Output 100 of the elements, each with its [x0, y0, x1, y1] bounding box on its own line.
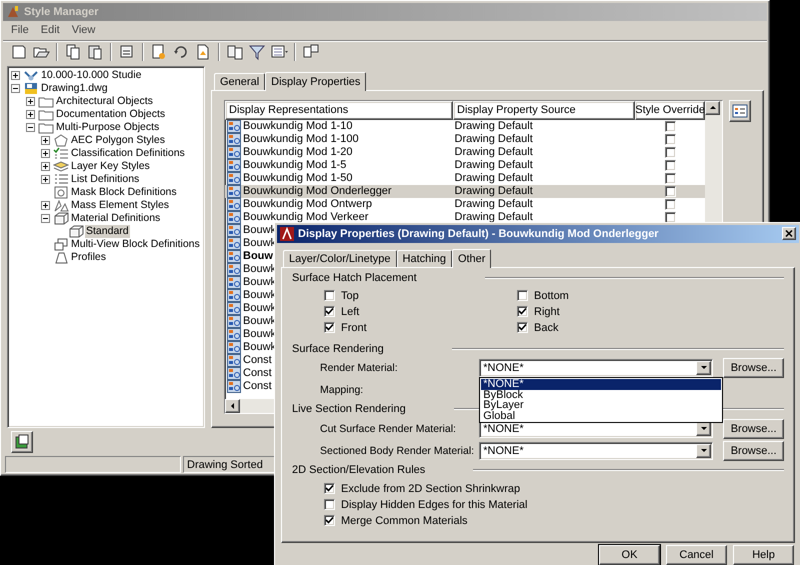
- checkbox-label[interactable]: Front: [341, 322, 367, 334]
- display-representation-icon: [227, 198, 241, 211]
- menu-item[interactable]: View: [66, 24, 102, 36]
- checkbox-label[interactable]: Top: [341, 290, 359, 302]
- display-representation-icon: [227, 250, 241, 263]
- display-representation-icon: [227, 120, 241, 133]
- browse-button[interactable]: Browse...: [723, 358, 784, 378]
- tab[interactable]: Other: [452, 248, 492, 268]
- collapse-toggle[interactable]: [26, 122, 35, 132]
- field-label: Mapping:: [320, 384, 364, 396]
- table-cell: Bouwk: [243, 289, 276, 302]
- table-cell: Bouwkundig Mod 1-20: [243, 146, 352, 158]
- plus-icon: [27, 98, 34, 105]
- table-cell-text: Drawing Default: [454, 185, 534, 198]
- tree-item[interactable]: Mask Block Definitions: [70, 186, 178, 199]
- table-cell: Bouwkundig Mod 1-5: [243, 159, 346, 172]
- tab[interactable]: General: [214, 72, 266, 90]
- checkbox[interactable]: [664, 186, 676, 197]
- checkbox[interactable]: [324, 290, 335, 302]
- dropdown-field[interactable]: *NONE*: [479, 442, 714, 460]
- tree-item[interactable]: Architectural Objects: [55, 94, 154, 108]
- checkbox-label[interactable]: Left: [341, 306, 360, 318]
- properties-button[interactable]: [729, 100, 751, 122]
- copy-icon[interactable]: [64, 43, 82, 62]
- expand-toggle[interactable]: [11, 70, 20, 80]
- selected-row[interactable]: Bouwkundig Mod Onderlegger Drawing Default: [225, 184, 705, 198]
- tree-item[interactable]: List Definitions: [70, 172, 140, 186]
- tree-item[interactable]: Multi-Purpose Objects: [55, 120, 160, 134]
- expand-toggle[interactable]: [41, 162, 50, 171]
- dialog-button[interactable]: Cancel: [666, 544, 727, 565]
- new-file-icon[interactable]: [10, 43, 28, 62]
- checkbox[interactable]: [664, 120, 676, 132]
- tree-item[interactable]: Standard: [85, 224, 130, 238]
- toggle-view-button[interactable]: [11, 431, 33, 454]
- tab[interactable]: Display Properties: [265, 72, 366, 91]
- checkbox[interactable]: [664, 146, 676, 158]
- collapse-toggle[interactable]: [11, 84, 20, 93]
- table-cell: Bouwkundig Mod 1-10: [243, 120, 352, 132]
- menu-item[interactable]: File: [5, 24, 35, 36]
- column-header[interactable]: Display Property Source: [453, 100, 636, 120]
- expand-toggle[interactable]: [41, 200, 50, 210]
- display-representation-icon: [227, 224, 241, 237]
- checkbox-label[interactable]: Bottom: [534, 290, 569, 302]
- checkbox-label[interactable]: Back: [534, 322, 558, 334]
- tree-item[interactable]: Material Definitions: [70, 212, 162, 225]
- checklist-icon: [53, 146, 69, 160]
- filter-icon[interactable]: [248, 43, 266, 62]
- checkbox[interactable]: [664, 160, 676, 171]
- dialog-button[interactable]: Help: [733, 544, 794, 565]
- checkbox[interactable]: [664, 212, 676, 223]
- expand-toggle[interactable]: [26, 110, 35, 119]
- checkbox-label[interactable]: Merge Common Materials: [341, 514, 468, 527]
- tab[interactable]: Hatching: [396, 250, 452, 267]
- column-header[interactable]: Display Representations: [225, 100, 454, 120]
- checkbox[interactable]: [664, 172, 676, 184]
- folder-icon: [38, 120, 54, 134]
- expand-toggle[interactable]: [41, 136, 50, 145]
- close-icon: [785, 230, 793, 238]
- tree-item[interactable]: Profiles: [70, 250, 108, 264]
- browse-button[interactable]: Browse...: [723, 418, 784, 439]
- table-cell: Const: [243, 380, 272, 392]
- menu-item[interactable]: Edit: [34, 24, 66, 36]
- tree-item[interactable]: Classification Definitions: [70, 146, 186, 160]
- tree-item[interactable]: Layer Key Styles: [70, 160, 151, 173]
- tab[interactable]: Layer/Color/Linetype: [283, 250, 397, 267]
- checkbox[interactable]: [517, 290, 528, 302]
- checkbox[interactable]: [324, 306, 335, 318]
- checkbox-label[interactable]: Exclude from 2D Section Shrinkwrap: [341, 482, 520, 495]
- section-heading: Live Section Rendering: [292, 403, 406, 416]
- checkbox[interactable]: [517, 306, 528, 318]
- browse-button[interactable]: Browse...: [723, 440, 784, 461]
- table-cell: Bouwk: [243, 302, 276, 314]
- paste-icon[interactable]: [86, 43, 104, 62]
- collapse-toggle[interactable]: [41, 214, 50, 223]
- tree-item[interactable]: Documentation Objects: [55, 108, 166, 121]
- tree-item[interactable]: 10.000-10.000 Studie: [40, 68, 142, 82]
- checkbox-label[interactable]: Display Hidden Edges for this Material: [341, 498, 528, 511]
- expand-toggle[interactable]: [26, 96, 35, 106]
- expand-toggle[interactable]: [41, 148, 50, 158]
- field-label: Sectioned Body Render Material:: [320, 444, 476, 457]
- close-button[interactable]: [782, 227, 796, 240]
- tree-item[interactable]: Multi-View Block Definitions: [70, 238, 201, 251]
- compare-icon[interactable]: [226, 43, 244, 62]
- checkbox-label[interactable]: Right: [534, 306, 560, 318]
- plus-icon: [42, 136, 49, 144]
- material-icon: [53, 212, 69, 225]
- checkbox[interactable]: [324, 483, 335, 494]
- tree-item[interactable]: AEC Polygon Styles: [70, 134, 166, 147]
- dialog-button[interactable]: OK: [599, 544, 660, 565]
- checkbox[interactable]: [324, 515, 335, 526]
- checkbox[interactable]: [517, 322, 528, 334]
- checkbox[interactable]: [324, 499, 335, 510]
- checkbox[interactable]: [664, 134, 676, 145]
- dropdown-option[interactable]: *NONE*: [481, 379, 722, 390]
- window-title: Display Properties (Drawing Default) - Bouwkundig Mod Onderlegger: [298, 228, 660, 240]
- checkbox[interactable]: [664, 198, 676, 210]
- tree-item[interactable]: Mass Element Styles: [70, 198, 170, 212]
- tree-item[interactable]: Drawing1.dwg: [40, 82, 109, 95]
- expand-toggle[interactable]: [41, 174, 50, 184]
- checkbox[interactable]: [324, 322, 335, 334]
